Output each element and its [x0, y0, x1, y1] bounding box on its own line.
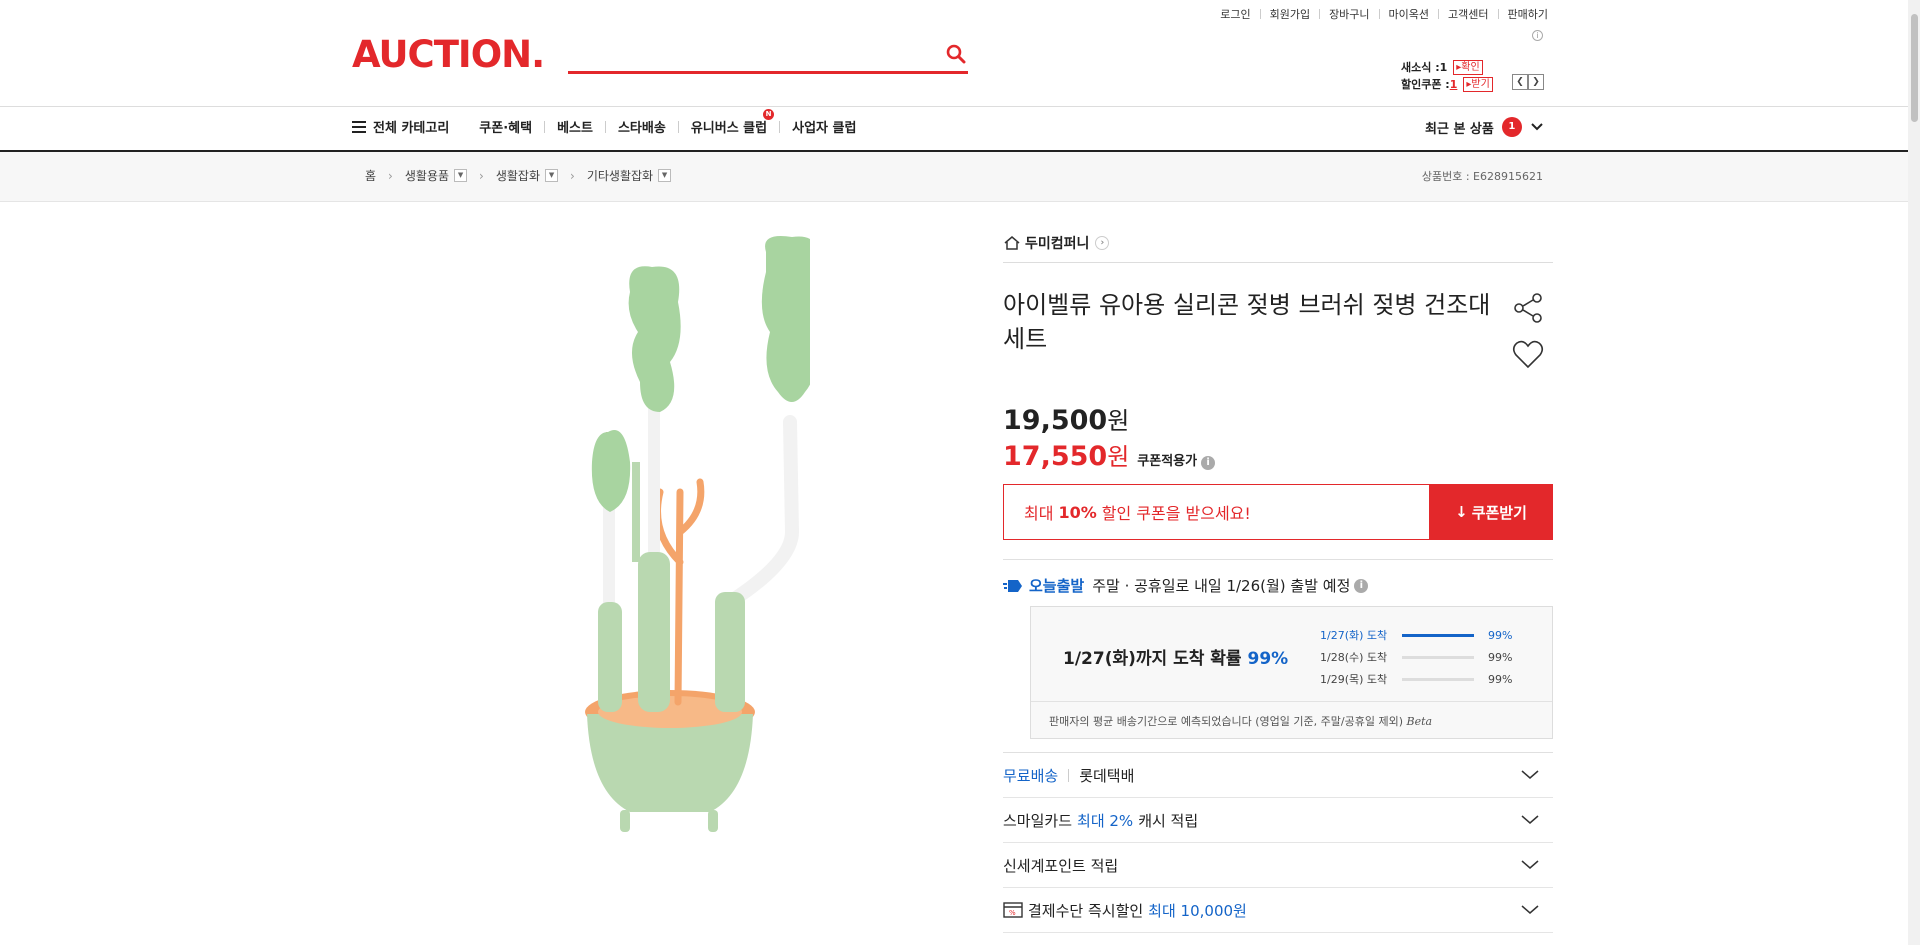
recent-count-badge: 1: [1501, 117, 1522, 137]
dropdown-icon[interactable]: ▼: [658, 169, 672, 182]
probability-value: 99%: [1488, 650, 1513, 664]
scrollbar[interactable]: [1908, 0, 1920, 945]
chevron-down-icon: [1531, 123, 1543, 131]
utility-links: 로그인 회원가입 장바구니 마이옥션 고객센터 판매하기: [1220, 6, 1548, 22]
delivery-note: 판매자의 평균 배송기간으로 예측되었습니다 (영업일 기준, 주말/공휴일 제…: [1049, 715, 1433, 728]
sell-link[interactable]: 판매하기: [1508, 6, 1548, 22]
probability-bar-fill: [1402, 633, 1474, 637]
divider: [1003, 559, 1553, 560]
breadcrumb-bar: [0, 152, 1908, 202]
login-link[interactable]: 로그인: [1220, 6, 1250, 22]
info-icon[interactable]: i: [1354, 578, 1369, 593]
arrival-date: 1/27(화) 도착: [1320, 629, 1388, 642]
nav-universe-club[interactable]: 유니버스 클럽 N: [691, 109, 775, 136]
recent-viewed[interactable]: 최근 본 상품 1: [1425, 117, 1544, 137]
chevron-right-icon: ›: [1095, 236, 1110, 250]
nav-coupon[interactable]: 쿠폰·혜택: [479, 117, 532, 136]
new-badge: N: [763, 109, 775, 120]
next-icon[interactable]: ❯: [1528, 74, 1544, 90]
nav-star-delivery[interactable]: 스타배송: [618, 117, 666, 136]
coupon-download-button[interactable]: ↓ 쿠폰받기: [1429, 484, 1553, 540]
delivery-probability-list: 1/27(화) 도착 99% 1/28(수) 도착 99% 1/29(목) 도착 99%: [1320, 624, 1512, 690]
probability-bar: [1402, 677, 1474, 681]
store-divider: [1003, 262, 1553, 263]
download-icon: ↓: [1455, 503, 1468, 521]
info-icon[interactable]: i: [1201, 456, 1216, 470]
product-image[interactable]: [530, 232, 810, 842]
delivery-probability-row: 1/29(목) 도착 99%: [1320, 668, 1512, 690]
nav-divider: [0, 106, 1908, 107]
original-price: 19,500원: [1003, 405, 1130, 436]
arrival-date: 1/29(목) 도착: [1320, 673, 1388, 686]
chevron-right-icon: ›: [570, 168, 575, 183]
breadcrumb: 홈 › 생활용품 ▼ › 생활잡화 ▼ › 기타생활잡화 ▼: [365, 167, 672, 184]
search-icon[interactable]: [946, 44, 966, 68]
coupon-indicator: 할인쿠폰 :1 ▸받기: [1401, 76, 1493, 92]
payment-discount-row[interactable]: % 결제수단 즉시할인 최대 10,000원: [1003, 888, 1553, 933]
delivery-headline: 1/27(화)까지 도착 확률 99%: [1063, 649, 1289, 669]
home-icon: [1004, 236, 1020, 250]
chevron-right-icon: ›: [388, 168, 393, 183]
probability-value: 99%: [1488, 672, 1513, 686]
search-input[interactable]: [568, 38, 928, 70]
svg-text:%: %: [1009, 909, 1016, 917]
search-box: [568, 38, 968, 74]
menu-icon: [352, 121, 366, 133]
chevron-down-icon: [1521, 770, 1539, 779]
chevron-down-icon: [1521, 905, 1539, 914]
product-number: 상품번호 : E628915621: [1421, 170, 1543, 183]
chevron-down-icon: [1521, 815, 1539, 824]
customer-center-link[interactable]: 고객센터: [1448, 6, 1488, 22]
my-auction-link[interactable]: 마이옥션: [1389, 6, 1429, 22]
store-link[interactable]: 두미컴퍼니 ›: [1003, 233, 1553, 253]
crumb-lifestyle[interactable]: 생활용품: [405, 167, 449, 184]
mini-pager: ❮ ❯: [1512, 74, 1544, 90]
scrollbar-thumb[interactable]: [1911, 14, 1918, 122]
divider: [1031, 701, 1552, 702]
probability-bar: [1402, 633, 1474, 637]
crumb-home[interactable]: 홈: [365, 167, 376, 184]
delivery-probability-row: 1/28(수) 도착 99%: [1320, 646, 1512, 668]
coupon-receive-mini-button[interactable]: ▸받기: [1463, 76, 1493, 92]
dropdown-icon[interactable]: ▼: [545, 169, 559, 182]
smile-card-row[interactable]: 스마일카드 최대 2% 캐시 적립: [1003, 798, 1553, 843]
probability-bar: [1402, 655, 1474, 659]
news-indicator: 새소식 :1 ▸확인: [1401, 59, 1483, 75]
share-icon[interactable]: [1512, 292, 1544, 328]
fast-delivery-icon: [1003, 579, 1022, 592]
dropdown-icon[interactable]: ▼: [454, 169, 468, 182]
main-nav: 전체 카테고리 쿠폰·혜택 베스트 스타배송 유니버스 클럽 N 사업자 클럽: [352, 109, 886, 136]
today-shipping: 오늘출발 주말 · 공휴일로 내일 1/26(월) 출발 예정 i: [1003, 575, 1553, 596]
news-check-button[interactable]: ▸확인: [1453, 59, 1483, 75]
product-title: 아이벨류 유아용 실리콘 젖병 브러쉬 젖병 건조대 세트: [1003, 291, 1491, 353]
arrival-date: 1/28(수) 도착: [1320, 651, 1388, 664]
delivery-probability-row: 1/27(화) 도착 99%: [1320, 624, 1512, 646]
chevron-down-icon: [1521, 860, 1539, 869]
info-icon[interactable]: i: [1532, 30, 1543, 41]
heart-icon[interactable]: [1512, 340, 1544, 374]
shipping-row[interactable]: 무료배송 롯데택배: [1003, 753, 1553, 798]
all-category-button[interactable]: 전체 카테고리: [352, 117, 449, 136]
crumb-other[interactable]: 기타생활잡화: [587, 167, 653, 184]
coupon-banner[interactable]: 최대 10% 할인 쿠폰을 받으세요!: [1003, 484, 1431, 540]
shinsegae-point-row[interactable]: 신세계포인트 적립: [1003, 843, 1553, 888]
auction-logo[interactable]: AUCTION.: [352, 36, 545, 73]
benefit-rows: 무료배송 롯데택배 스마일카드 최대 2% 캐시 적립 신세계포인트 적립 % 결…: [1003, 753, 1553, 933]
chevron-right-icon: ›: [479, 168, 484, 183]
signup-link[interactable]: 회원가입: [1270, 6, 1310, 22]
crumb-goods[interactable]: 생활잡화: [496, 167, 540, 184]
probability-value: 99%: [1488, 628, 1513, 642]
coupon-price: 17,550 원 쿠폰적용가 i: [1003, 437, 1553, 472]
nav-business-club[interactable]: 사업자 클럽: [792, 117, 856, 136]
card-discount-icon: %: [1003, 902, 1023, 918]
prev-icon[interactable]: ❮: [1512, 74, 1528, 90]
nav-best[interactable]: 베스트: [557, 117, 593, 136]
cart-link[interactable]: 장바구니: [1329, 6, 1369, 22]
